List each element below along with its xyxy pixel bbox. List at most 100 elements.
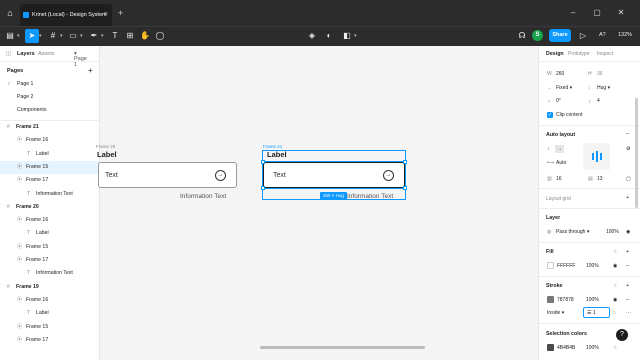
chevron-down-icon[interactable]: ▾	[60, 29, 63, 43]
field-label[interactable]: Label	[267, 150, 287, 159]
layer-row[interactable]: # Frame 19	[0, 281, 100, 294]
file-tab[interactable]: Krinet (Local) - Design System ×	[20, 4, 112, 26]
minimize-icon[interactable]: –	[565, 7, 581, 19]
chevron-down-icon[interactable]: ▾	[80, 29, 83, 43]
page-item[interactable]: Page 2	[0, 91, 100, 104]
maximize-icon[interactable]: ▢	[589, 7, 605, 19]
sidebar-toggle-icon[interactable]: ◫	[6, 51, 11, 57]
main-menu-icon[interactable]: ▤	[3, 29, 17, 43]
selection-color-hex[interactable]: 4B4B4B	[557, 345, 575, 351]
direction-vertical-icon[interactable]: ↓	[547, 146, 550, 152]
layer-row[interactable]: T Label	[0, 227, 100, 240]
text-input-mock-selected[interactable]: Text →	[262, 161, 406, 189]
move-tool-icon[interactable]: ➤	[25, 29, 39, 43]
layer-row[interactable]: T Label	[0, 307, 100, 320]
component-icon[interactable]: ◈	[305, 29, 319, 43]
add-fill-icon[interactable]: +	[626, 249, 629, 255]
chevron-down-icon[interactable]: ▾	[101, 29, 104, 43]
avatar[interactable]: S	[532, 30, 543, 41]
selection-color-swatch[interactable]	[547, 344, 554, 351]
layer-row[interactable]: ⦿ Frame 15	[0, 321, 100, 334]
height-input[interactable]: 36	[597, 71, 603, 77]
layer-row[interactable]: T Information Text	[0, 267, 100, 280]
rectangle-tool-icon[interactable]: ▭	[66, 29, 80, 43]
chevron-down-icon[interactable]: ▾	[39, 29, 42, 43]
frame-name-label[interactable]: Frame 20	[96, 144, 115, 149]
information-text[interactable]: Information Text	[347, 193, 393, 200]
share-button[interactable]: Share	[549, 29, 571, 42]
padding-horizontal-input[interactable]: 16	[556, 176, 562, 182]
page-item[interactable]: Components	[0, 104, 100, 117]
layer-row[interactable]: # Frame 21	[0, 121, 100, 134]
canvas[interactable]	[101, 46, 538, 360]
tab-assets[interactable]: Assets	[38, 51, 55, 57]
mask-icon[interactable]: ◐	[322, 29, 336, 43]
corner-radius-input[interactable]: 4	[597, 98, 600, 104]
more-options-icon[interactable]: ···	[626, 310, 631, 316]
layer-row[interactable]: ⦿ Frame 16	[0, 134, 100, 147]
close-icon[interactable]: ×	[104, 4, 108, 26]
remove-auto-layout-icon[interactable]: –	[626, 131, 629, 137]
hand-tool-icon[interactable]: ✋	[138, 29, 152, 43]
field-label[interactable]: Label	[97, 150, 117, 159]
selection-color-opacity[interactable]: 100%	[586, 345, 599, 351]
layer-row[interactable]: T Information Text	[0, 188, 100, 201]
stroke-weight-input[interactable]: ☰ 1	[583, 307, 610, 318]
horizontal-scrollbar[interactable]	[260, 346, 425, 349]
individual-padding-icon[interactable]: ▢	[626, 176, 631, 182]
text-tool-icon[interactable]: T	[108, 29, 122, 43]
height-mode-select[interactable]: Hug ▾	[597, 85, 610, 91]
add-stroke-icon[interactable]: +	[626, 283, 629, 289]
resize-handle[interactable]	[261, 160, 265, 164]
alignment-box[interactable]	[583, 143, 610, 170]
blend-mode-select[interactable]: Pass through ▾	[556, 229, 589, 235]
stroke-sides-icon[interactable]: ◌	[613, 310, 616, 316]
tab-prototype[interactable]: Prototype	[568, 51, 589, 57]
resources-icon[interactable]: ⊞	[123, 29, 137, 43]
width-mode-select[interactable]: Fixed ▾	[556, 85, 572, 91]
page-item[interactable]: ✓ Page 1	[0, 78, 100, 91]
page-selector[interactable]: Page 1 ▾	[74, 51, 87, 68]
font-style-button[interactable]: A?	[599, 29, 606, 42]
remove-fill-icon[interactable]: –	[626, 263, 629, 269]
layer-row[interactable]: ⦿ Frame 15	[0, 241, 100, 254]
window-close-icon[interactable]: ✕	[613, 7, 629, 19]
clip-content-checkbox[interactable]: ✓	[547, 112, 553, 118]
stroke-opacity-input[interactable]: 100%	[586, 297, 599, 303]
stroke-color-swatch[interactable]	[547, 296, 554, 303]
boolean-icon[interactable]: ◧	[340, 29, 354, 43]
play-icon[interactable]: ▷	[576, 29, 590, 43]
chevron-down-icon[interactable]: ▾	[17, 29, 20, 43]
layer-row[interactable]: ⦿ Frame 16	[0, 294, 100, 307]
gap-mode[interactable]: Auto	[556, 160, 566, 166]
add-layout-grid-icon[interactable]: +	[626, 195, 629, 201]
resize-handle[interactable]	[261, 186, 265, 190]
headphones-icon[interactable]: ☊	[515, 29, 529, 43]
help-button[interactable]: ?	[616, 329, 628, 341]
layer-row[interactable]: ⦿ Frame 17	[0, 174, 100, 187]
stroke-styles-icon[interactable]: ⁘	[613, 283, 617, 289]
resize-handle[interactable]	[403, 160, 407, 164]
stroke-hex-input[interactable]: 787878	[557, 297, 574, 303]
rotation-input[interactable]: 0°	[556, 98, 561, 104]
stroke-position-select[interactable]: Inside ▾	[547, 310, 564, 316]
new-tab-button[interactable]: +	[118, 7, 123, 19]
eye-icon[interactable]: ◉	[613, 297, 617, 303]
remove-stroke-icon[interactable]: –	[626, 297, 629, 303]
layer-opacity-input[interactable]: 100%	[606, 229, 619, 235]
auto-layout-settings-icon[interactable]: ⚙	[626, 146, 630, 152]
layer-row[interactable]: T Label	[0, 148, 100, 161]
tab-inspect[interactable]: Inspect	[597, 51, 613, 57]
width-input[interactable]: 260	[556, 71, 564, 77]
direction-horizontal-icon[interactable]: →	[555, 145, 564, 153]
fill-styles-icon[interactable]: ⁘	[613, 249, 617, 255]
chevron-down-icon[interactable]: ▾	[354, 29, 357, 43]
vertical-scrollbar[interactable]	[635, 98, 638, 208]
layer-row[interactable]: ⦿ Frame 17	[0, 334, 100, 347]
layer-row[interactable]: ⦿ Frame 16	[0, 214, 100, 227]
selection-color-style-icon[interactable]: ⁘	[613, 345, 617, 351]
comment-tool-icon[interactable]: ◯	[153, 29, 167, 43]
pen-tool-icon[interactable]: ✒	[87, 29, 101, 43]
frame-name-label[interactable]: Frame 21	[263, 144, 282, 149]
home-icon[interactable]: ⌂	[4, 7, 16, 19]
